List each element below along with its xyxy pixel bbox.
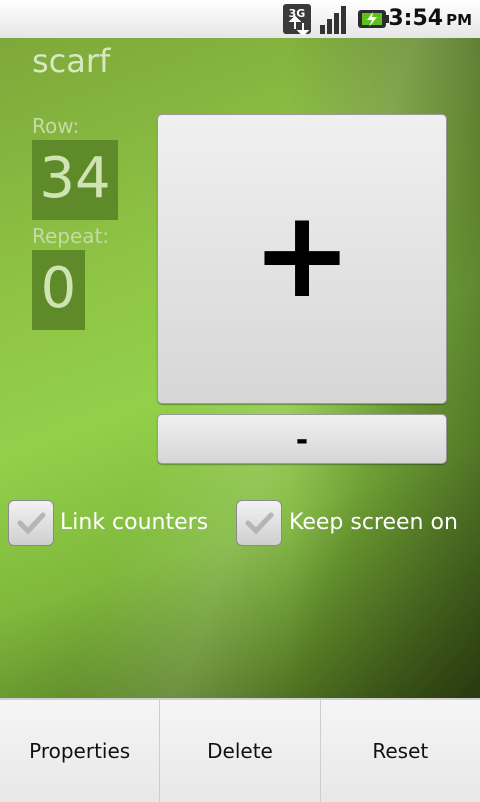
link-counters-checkbox[interactable] xyxy=(8,500,54,546)
clock-ampm: PM xyxy=(446,11,472,29)
menu-item-delete[interactable]: Delete xyxy=(160,700,321,802)
plus-glyph: + xyxy=(251,186,353,325)
app-content: scarf Row: 34 Repeat: 0 + - Link counter… xyxy=(0,38,480,800)
menu-item-reset[interactable]: Reset xyxy=(320,700,480,802)
repeat-label: Repeat: xyxy=(32,224,110,248)
decrement-button[interactable]: - xyxy=(157,414,447,464)
network-3g-icon: 3G xyxy=(282,3,312,37)
minus-glyph: - xyxy=(295,423,309,458)
counter-title: scarf xyxy=(32,42,111,80)
repeat-counter-value: 0 xyxy=(32,250,85,330)
keep-screen-on-label: Keep screen on xyxy=(289,510,458,535)
signal-strength-icon xyxy=(318,3,352,35)
checkmark-icon xyxy=(17,512,46,535)
increment-button[interactable]: + xyxy=(157,114,447,404)
checkmark-icon xyxy=(245,512,274,535)
status-bar: 3G 3:54 PM xyxy=(0,0,480,39)
link-counters-label: Link counters xyxy=(60,510,209,535)
row-label: Row: xyxy=(32,114,80,138)
row-counter-value: 34 xyxy=(32,140,118,220)
options-menu: Properties Delete Reset xyxy=(0,698,480,802)
clock-time: 3:54 xyxy=(388,6,444,31)
keep-screen-on-checkbox[interactable] xyxy=(236,500,282,546)
clock: 3:54 PM xyxy=(388,6,472,31)
menu-item-properties[interactable]: Properties xyxy=(0,700,161,802)
battery-charging-icon xyxy=(356,3,390,35)
